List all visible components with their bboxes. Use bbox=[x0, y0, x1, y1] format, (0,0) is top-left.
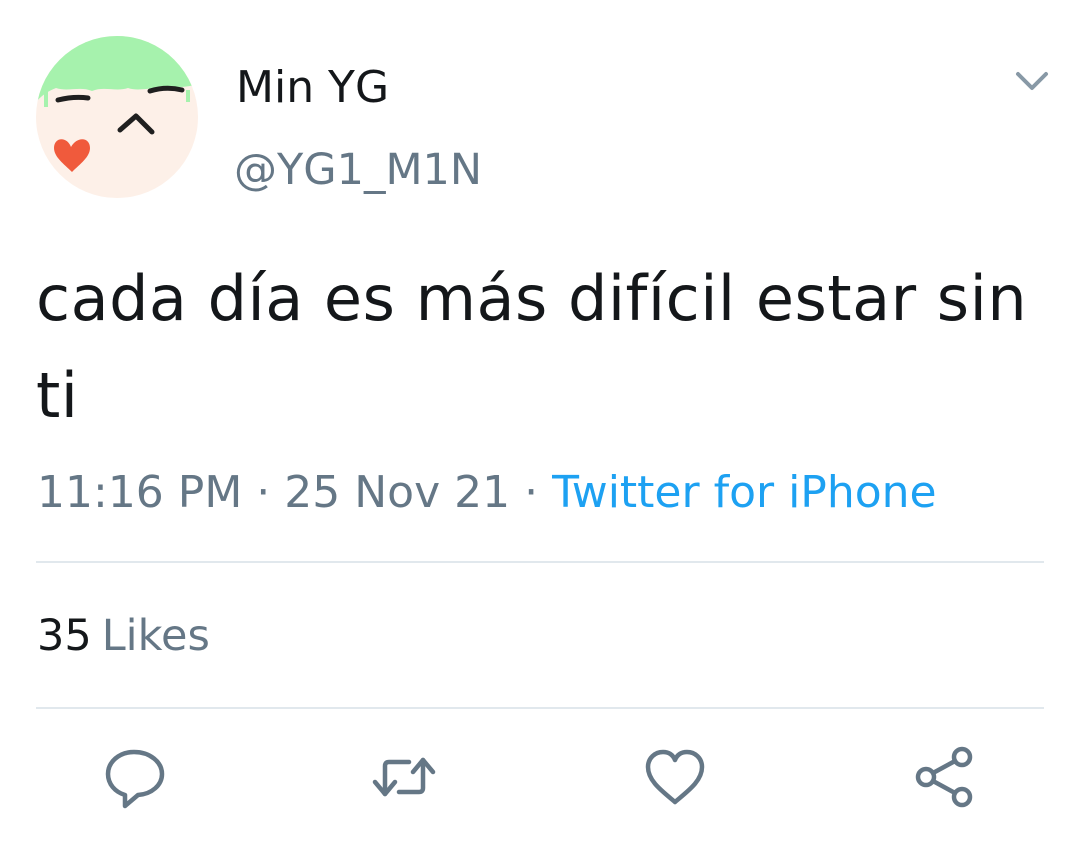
author-handle[interactable]: @YG1_M1N bbox=[234, 144, 482, 196]
avatar[interactable] bbox=[36, 36, 198, 198]
retweet-icon bbox=[369, 742, 439, 812]
meta-separator: · bbox=[524, 467, 539, 518]
divider bbox=[36, 561, 1044, 563]
chevron-down-icon bbox=[1008, 72, 1056, 106]
likes-label: Likes bbox=[101, 611, 210, 661]
tweet-source-link[interactable]: Twitter for iPhone bbox=[552, 467, 936, 518]
share-icon bbox=[910, 742, 980, 812]
reply-icon bbox=[100, 742, 170, 812]
heart-icon bbox=[640, 742, 710, 812]
tweet-text: cada día es más difícil estar sin ti bbox=[36, 262, 1028, 432]
meta-separator: · bbox=[256, 467, 271, 518]
divider bbox=[36, 707, 1044, 709]
retweet-button[interactable] bbox=[369, 742, 439, 812]
tweet-time: 11:16 PM bbox=[37, 467, 243, 518]
more-options-button[interactable] bbox=[1008, 62, 1056, 102]
reply-button[interactable] bbox=[100, 742, 170, 812]
likes-count: 35 bbox=[37, 611, 92, 661]
likes-summary[interactable]: 35 Likes bbox=[37, 608, 210, 664]
share-button[interactable] bbox=[910, 742, 980, 812]
like-button[interactable] bbox=[640, 742, 710, 812]
tweet-meta: 11:16 PM · 25 Nov 21 · Twitter for iPhone bbox=[37, 465, 937, 521]
tweet-date: 25 Nov 21 bbox=[284, 467, 511, 518]
author-display-name[interactable]: Min YG bbox=[236, 62, 389, 114]
